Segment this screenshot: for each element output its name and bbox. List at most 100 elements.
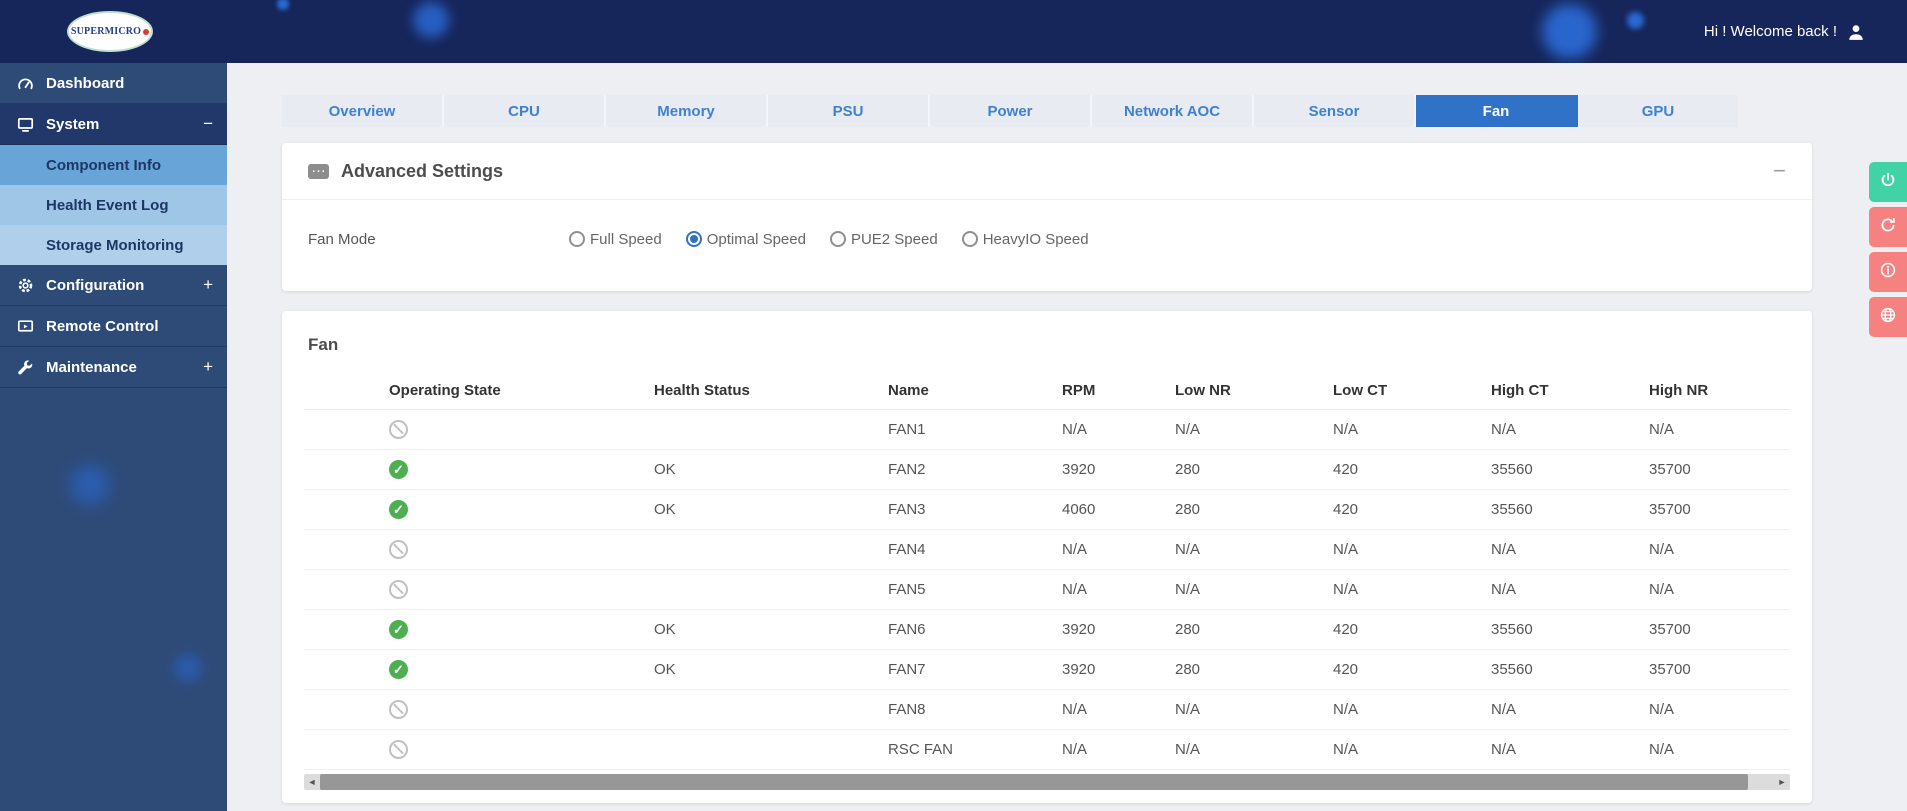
sidebar-subitem-label: Storage Monitoring [46,237,184,254]
tab-psu[interactable]: PSU [768,95,930,127]
welcome-area: Hi ! Welcome back ! [1704,0,1865,63]
user-icon[interactable] [1847,23,1865,41]
fan-mode-option-pue2-speed[interactable]: PUE2 Speed [830,231,938,248]
cell-health-status [654,530,888,570]
decor-glow [70,465,110,505]
fan-table: Operating StateHealth StatusNameRPMLow N… [304,371,1790,770]
status-not-present-icon [389,740,408,759]
gear-icon [14,276,36,294]
refresh-button[interactable] [1869,207,1907,247]
cell-rpm: 3920 [1062,610,1175,650]
cell-low-nr: 280 [1175,450,1333,490]
logo-text: SUPERMICRO [71,26,141,37]
fan-mode-option-full-speed[interactable]: Full Speed [569,231,662,248]
expand-toggle-icon[interactable]: + [203,357,213,377]
tab-overview[interactable]: Overview [282,95,444,127]
power-button[interactable] [1869,162,1907,202]
sidebar-subitem-health-event-log[interactable]: Health Event Log [0,185,227,225]
cell-rpm: 3920 [1062,450,1175,490]
status-ok-icon: ✓ [389,620,408,639]
radio-unselected-icon[interactable] [962,231,978,247]
cell-low-ct: N/A [1333,570,1491,610]
scroll-left-icon[interactable]: ◄ [304,774,320,790]
sidebar-item-maintenance[interactable]: Maintenance+ [0,347,227,388]
tab-cpu[interactable]: CPU [444,95,606,127]
advanced-settings-header: … Advanced Settings − [282,143,1812,200]
tab-sensor[interactable]: Sensor [1254,95,1416,127]
cell-health-status [654,730,888,770]
column-header-low-nr: Low NR [1175,371,1333,410]
cell-high-nr: N/A [1649,690,1790,730]
tab-power[interactable]: Power [930,95,1092,127]
cell-low-ct: 420 [1333,490,1491,530]
scrollbar-thumb[interactable] [320,774,1748,790]
cell-high-ct: 35560 [1491,610,1649,650]
tab-memory[interactable]: Memory [606,95,768,127]
cell-rpm: N/A [1062,530,1175,570]
sidebar-subitem-storage-monitoring[interactable]: Storage Monitoring [0,225,227,265]
fan-section-title: Fan [282,311,1812,355]
quick-action-buttons [1869,162,1907,337]
cell-rpm: 4060 [1062,490,1175,530]
radio-selected-icon[interactable] [686,231,702,247]
cell-rpm: N/A [1062,410,1175,450]
cell-low-nr: 280 [1175,650,1333,690]
sidebar-subitem-label: Component Info [46,157,161,174]
expand-toggle-icon[interactable]: + [203,275,213,295]
cell-operating-state [389,530,654,570]
fan-mode-option-optimal-speed[interactable]: Optimal Speed [686,231,806,248]
wrench-icon [14,358,36,376]
collapse-button[interactable]: − [1773,161,1786,181]
sidebar-item-dashboard[interactable]: Dashboard [0,63,227,104]
cell-high-ct: 35560 [1491,450,1649,490]
fan-card: Fan Operating StateHealth StatusNameRPML… [282,311,1812,803]
cell-name: FAN6 [888,610,1062,650]
cell-high-nr: 35700 [1649,450,1790,490]
status-not-present-icon [389,540,408,559]
cell-low-ct: 420 [1333,650,1491,690]
tab-network-aoc[interactable]: Network AOC [1092,95,1254,127]
fan-mode-option-heavyio-speed[interactable]: HeavyIO Speed [962,231,1089,248]
supermicro-logo: SUPERMICRO [67,11,153,52]
locale-icon [1879,306,1897,329]
cell-high-nr: N/A [1649,410,1790,450]
spacer-column [304,371,389,410]
power-icon [1879,171,1897,194]
column-header-high-nr: High NR [1649,371,1790,410]
radio-unselected-icon[interactable] [569,231,585,247]
sidebar-item-configuration[interactable]: Configuration+ [0,265,227,306]
column-header-high-ct: High CT [1491,371,1649,410]
fan-mode-row: Fan Mode Full SpeedOptimal SpeedPUE2 Spe… [282,200,1812,278]
expand-toggle-icon[interactable]: − [203,114,213,134]
sidebar-subitem-component-info[interactable]: Component Info [0,145,227,185]
column-header-low-ct: Low CT [1333,371,1491,410]
sidebar-item-remote-control[interactable]: Remote Control [0,306,227,347]
cell-low-ct: 420 [1333,610,1491,650]
fan-row-fan2: ✓OKFAN239202804203556035700 [304,450,1790,490]
tab-gpu[interactable]: GPU [1578,95,1738,127]
cell-low-nr: N/A [1175,570,1333,610]
locale-button[interactable] [1869,297,1907,337]
fan-row-fan5: FAN5N/AN/AN/AN/AN/A [304,570,1790,610]
table-header-row: Operating StateHealth StatusNameRPMLow N… [304,371,1790,410]
sidebar-subitem-label: Health Event Log [46,197,169,214]
decor-glow [413,2,449,38]
horizontal-scrollbar[interactable]: ◄ ► [304,774,1790,790]
cell-low-ct: N/A [1333,730,1491,770]
info-button[interactable] [1869,252,1907,292]
cell-health-status [654,570,888,610]
decor-glow [174,654,202,682]
scroll-right-icon[interactable]: ► [1774,774,1790,790]
radio-label: Optimal Speed [707,231,806,248]
cell-operating-state [389,730,654,770]
sidebar-item-system[interactable]: System− [0,104,227,145]
tab-fan[interactable]: Fan [1416,95,1578,127]
radio-unselected-icon[interactable] [830,231,846,247]
cell-low-nr: N/A [1175,730,1333,770]
cell-low-nr: N/A [1175,690,1333,730]
scrollbar-track[interactable] [320,774,1774,790]
decor-glow [277,0,289,10]
cell-name: FAN1 [888,410,1062,450]
tab-bar: OverviewCPUMemoryPSUPowerNetwork AOCSens… [282,95,1738,127]
cell-operating-state [389,690,654,730]
